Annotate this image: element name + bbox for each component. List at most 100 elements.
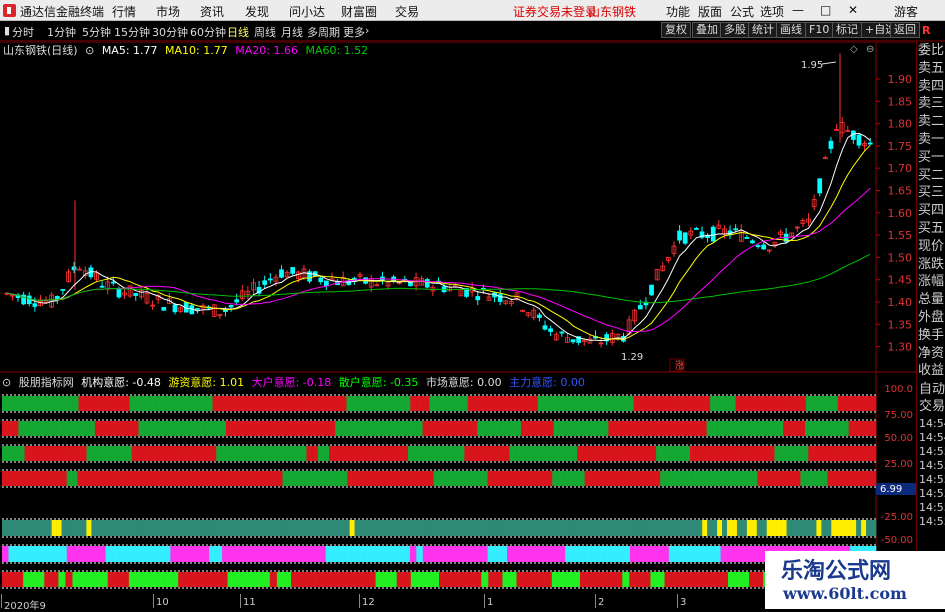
band-row-7 [439, 572, 447, 587]
band-row-4 [347, 471, 353, 486]
price-axis-label: 1.45 [888, 274, 913, 287]
band-row-7 [749, 572, 757, 587]
kline-chart-canvas[interactable]: 1.90 1.85 1.80 1.75 1.70 1.65 1.60 1.55 1.50 1.45… [0, 0, 945, 609]
candle-body [559, 331, 565, 334]
band-row-7 [100, 572, 109, 587]
band-row-5 [607, 520, 614, 536]
candle-body [744, 237, 750, 239]
band-row-4 [2, 471, 8, 486]
band-row-2 [193, 421, 199, 436]
legend-toggle-icon[interactable]: ⊙ [85, 44, 94, 57]
band-row-1 [761, 396, 768, 411]
band-row-1 [78, 396, 86, 411]
price-axis-label: 1.90 [888, 73, 913, 86]
indicator-toggle-icon[interactable]: ⊙ [2, 376, 11, 389]
band-row-5 [508, 520, 514, 536]
band-row-6 [396, 546, 404, 562]
band-row-2 [165, 421, 172, 436]
indicator-axis-label: 100.0 [884, 384, 913, 395]
band-row-5 [155, 520, 162, 536]
band-row-2 [804, 421, 811, 436]
band-row-2 [815, 421, 822, 436]
band-row-5 [349, 520, 355, 536]
band-row-3 [58, 446, 65, 461]
band-row-4 [719, 471, 726, 486]
band-row-4 [433, 471, 440, 486]
band-row-7 [650, 572, 658, 587]
band-row-2 [695, 421, 702, 436]
band-row-2 [204, 421, 210, 436]
band-row-4 [374, 471, 380, 486]
band-row-7 [678, 572, 686, 587]
band-row-6 [409, 546, 417, 562]
band-row-3 [142, 446, 149, 461]
band-row-5 [488, 520, 494, 536]
band-row-4 [190, 471, 197, 486]
band-row-5 [339, 520, 345, 536]
band-row-4 [757, 471, 764, 486]
band-row-2 [652, 421, 658, 436]
quote-field-label: 买三 [917, 185, 944, 201]
band-row-3 [763, 446, 770, 461]
band-row-7 [121, 572, 130, 587]
band-row-5 [76, 520, 82, 536]
band-row-5 [394, 520, 400, 536]
price-axis-label: 1.85 [888, 95, 913, 108]
low-price-label: 1.29 [621, 352, 643, 363]
band-row-4 [406, 471, 413, 486]
band-row-1 [454, 396, 462, 411]
band-row-1 [403, 396, 411, 411]
band-row-3 [565, 446, 572, 461]
band-row-3 [650, 446, 657, 461]
band-row-1 [499, 396, 507, 411]
band-row-6 [578, 546, 585, 562]
band-row-4 [530, 471, 537, 486]
band-row-2 [657, 421, 664, 436]
band-row-1 [218, 396, 226, 411]
band-row-1 [620, 396, 628, 411]
band-row-6 [675, 546, 683, 562]
band-row-1 [97, 396, 105, 411]
band-row-1 [837, 396, 845, 411]
band-row-5 [766, 520, 773, 536]
band-row-1 [123, 396, 130, 411]
band-row-6 [14, 546, 22, 562]
band-row-5 [389, 520, 395, 536]
band-row-6 [383, 546, 391, 562]
band-row-5 [473, 520, 480, 536]
band-row-6 [720, 546, 728, 562]
band-row-2 [275, 421, 281, 436]
band-row-3 [340, 446, 347, 461]
band-row-6 [740, 546, 747, 562]
band-row-5 [761, 520, 768, 536]
candle-body [408, 282, 413, 287]
band-row-7 [565, 572, 574, 587]
band-row-2 [832, 421, 839, 436]
band-row-1 [8, 396, 16, 411]
band-row-5 [791, 520, 797, 536]
band-row-3 [47, 446, 54, 461]
band-row-4 [471, 471, 478, 486]
band-row-5 [573, 520, 579, 536]
candle-body [110, 281, 116, 284]
candle-body [228, 305, 234, 308]
band-row-5 [667, 520, 673, 536]
band-row-2 [449, 421, 456, 436]
band-row-7 [361, 572, 369, 587]
band-row-4 [805, 471, 812, 486]
band-row-3 [667, 446, 674, 461]
band-row-4 [385, 471, 391, 486]
band-row-3 [103, 446, 110, 461]
quote-field-label: 现价 [917, 238, 944, 254]
band-row-4 [573, 471, 580, 486]
band-row-5 [558, 520, 564, 536]
band-row-4 [115, 471, 121, 486]
indicator-name: 股朋指标网 [18, 376, 74, 389]
band-row-2 [646, 421, 653, 436]
band-row-5 [210, 520, 216, 536]
band-row-1 [678, 396, 685, 411]
candle-body [710, 226, 716, 242]
price-axis-label: 1.55 [888, 229, 913, 242]
band-row-6 [222, 546, 229, 562]
band-row-5 [861, 520, 867, 536]
